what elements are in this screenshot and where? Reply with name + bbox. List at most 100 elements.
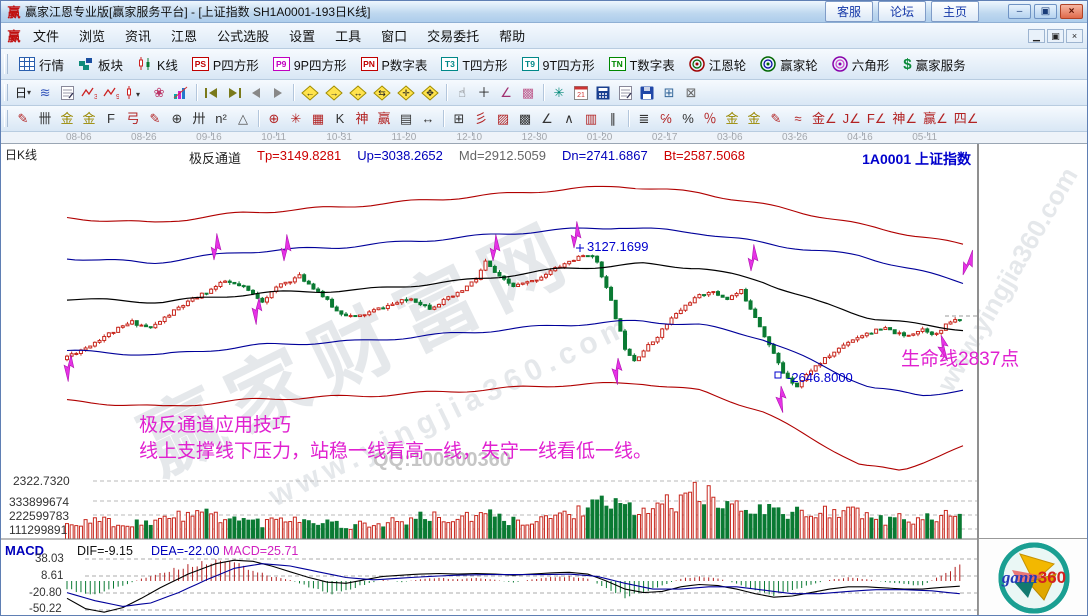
menu-trade[interactable]: 交易委托 xyxy=(417,23,489,48)
k-count-tool[interactable]: Κ xyxy=(329,109,351,129)
close-button[interactable]: × xyxy=(1060,4,1083,19)
snowflake-button[interactable]: ✳ xyxy=(548,83,570,103)
customer-service-button[interactable]: 客服 xyxy=(825,1,873,22)
menu-settings[interactable]: 设置 xyxy=(279,23,325,48)
ruler-tool[interactable]: ▤ xyxy=(395,109,417,129)
h-expand-button[interactable]: ⇆ xyxy=(370,83,394,103)
h-compress-button[interactable]: ↔ xyxy=(346,83,370,103)
mask-button[interactable]: ❀ xyxy=(148,83,170,103)
f-angle-tool[interactable]: F∠ xyxy=(864,109,890,129)
period-day-dropdown[interactable]: 日▾ xyxy=(12,83,34,103)
forum-button[interactable]: 论坛 xyxy=(878,1,926,22)
gann-comb-tool[interactable]: 卌 xyxy=(34,109,56,129)
kline-button[interactable]: K线 xyxy=(130,52,185,77)
pattern2-button[interactable]: ▩ xyxy=(517,83,539,103)
nav-first-button[interactable] xyxy=(201,83,223,103)
ying-tool[interactable]: 赢 xyxy=(373,109,395,129)
remote-button[interactable]: ⊠ xyxy=(680,83,702,103)
minimize-button[interactable]: ‒ xyxy=(1008,4,1031,19)
zigzag9-button[interactable]: 9 xyxy=(100,83,122,103)
shift-right-button[interactable]: → xyxy=(322,83,346,103)
span-tool[interactable]: ↔ xyxy=(417,109,439,129)
angle-measure-button[interactable]: ∠ xyxy=(495,83,517,103)
cycle-tool[interactable]: ⊕ xyxy=(166,109,188,129)
v-expand-button[interactable]: ✥ xyxy=(418,83,442,103)
winner-wheel-button[interactable]: 赢家轮 xyxy=(753,52,825,77)
p-square-button[interactable]: PSP四方形 xyxy=(185,52,266,77)
levels-tool[interactable]: ≣ xyxy=(633,109,655,129)
wave2-tool[interactable]: ≈ xyxy=(787,109,809,129)
p-number-table-button[interactable]: PNP数字表 xyxy=(354,52,435,77)
mirror-tool[interactable]: △ xyxy=(232,109,254,129)
winner-service-button[interactable]: $赢家服务 xyxy=(896,52,972,77)
shift-left-button[interactable]: ← xyxy=(298,83,322,103)
gold-line-tool[interactable]: 金 xyxy=(743,109,765,129)
menu-help[interactable]: 帮助 xyxy=(489,23,535,48)
gann-wheel-button[interactable]: 江恩轮 xyxy=(682,52,754,77)
crosshair-button[interactable]: ＋ xyxy=(473,83,495,103)
memo-button[interactable] xyxy=(614,83,636,103)
list-button[interactable] xyxy=(56,83,78,103)
mdi-close-button[interactable]: × xyxy=(1066,29,1083,43)
ying-angle-tool[interactable]: 赢∠ xyxy=(920,109,951,129)
angle-lines-tool[interactable]: ∠ xyxy=(536,109,558,129)
v-compress-button[interactable]: ✛ xyxy=(394,83,418,103)
menu-tools[interactable]: 工具 xyxy=(325,23,371,48)
percent-tool[interactable]: ℅ xyxy=(655,109,677,129)
menu-formula-picker[interactable]: 公式选股 xyxy=(207,23,279,48)
menu-gann[interactable]: 江恩 xyxy=(161,23,207,48)
gold-ratio-tool[interactable]: 金 xyxy=(56,109,78,129)
percent2-tool[interactable]: % xyxy=(677,109,699,129)
zigzag3-button[interactable]: 3 xyxy=(78,83,100,103)
shade2-tool[interactable]: ▩ xyxy=(514,109,536,129)
save-button[interactable] xyxy=(636,83,658,103)
t-square-button[interactable]: T3T四方形 xyxy=(434,52,514,77)
shen-tool[interactable]: 神 xyxy=(351,109,373,129)
pen-tool[interactable]: ✎ xyxy=(12,109,34,129)
color-chart-button[interactable] xyxy=(170,83,192,103)
rays-tool[interactable]: 彡 xyxy=(470,109,492,129)
menu-window[interactable]: 窗口 xyxy=(371,23,417,48)
hand-button[interactable]: ☝ xyxy=(451,83,473,103)
menu-browse[interactable]: 浏览 xyxy=(69,23,115,48)
arc-tool[interactable]: 弓 xyxy=(122,109,144,129)
calendar-button[interactable]: 21 xyxy=(570,83,592,103)
quotes-button[interactable]: 行情 xyxy=(12,52,71,77)
brush-tool[interactable]: ✎ xyxy=(144,109,166,129)
menu-news[interactable]: 资讯 xyxy=(115,23,161,48)
ink-tool[interactable]: ✎ xyxy=(765,109,787,129)
menu-file[interactable]: 文件 xyxy=(23,23,69,48)
nav-last-button[interactable] xyxy=(223,83,245,103)
grid2-tool[interactable]: ⊞ xyxy=(448,109,470,129)
candle-style-dropdown[interactable]: ▾ xyxy=(122,83,148,103)
gold-ratio2-tool[interactable]: 金 xyxy=(78,109,100,129)
pattern-button[interactable]: ≋ xyxy=(34,83,56,103)
si-angle-tool[interactable]: 四∠ xyxy=(951,109,982,129)
n2-tool[interactable]: n² xyxy=(210,109,232,129)
homepage-button[interactable]: 主页 xyxy=(931,1,979,22)
gann-box-tool[interactable]: ▦ xyxy=(307,109,329,129)
j-angle-tool[interactable]: J∠ xyxy=(840,109,864,129)
wave-peak-tool[interactable]: ∧ xyxy=(558,109,580,129)
fan-tool[interactable]: ∥ xyxy=(602,109,624,129)
hexagon-button[interactable]: 六角形 xyxy=(825,52,897,77)
gold-angle-tool[interactable]: 金∠ xyxy=(809,109,840,129)
net-export-button[interactable]: ⊞ xyxy=(658,83,680,103)
mdi-restore-button[interactable]: ▣ xyxy=(1047,29,1064,43)
tab-kline-daily[interactable]: 日K线 xyxy=(5,146,37,163)
nav-next-button[interactable] xyxy=(267,83,289,103)
shen-angle-tool[interactable]: 神∠ xyxy=(889,109,920,129)
box-tool[interactable]: ▥ xyxy=(580,109,602,129)
9p-square-button[interactable]: P99P四方形 xyxy=(266,52,354,77)
calculator-button[interactable] xyxy=(592,83,614,103)
gann-circle-tool[interactable]: ⊕ xyxy=(263,109,285,129)
spiderweb-tool[interactable]: ✳ xyxy=(285,109,307,129)
nav-prev-button[interactable] xyxy=(245,83,267,103)
mdi-minimize-button[interactable]: ▁ xyxy=(1028,29,1045,43)
comb-tool[interactable]: 卅 xyxy=(188,109,210,129)
9t-square-button[interactable]: T99T四方形 xyxy=(515,52,602,77)
t-number-table-button[interactable]: TNT数字表 xyxy=(602,52,682,77)
restore-button[interactable]: ▣ xyxy=(1034,4,1057,19)
percent3-tool[interactable]: ％ xyxy=(699,109,721,129)
gold-circle-tool[interactable]: 金 xyxy=(721,109,743,129)
